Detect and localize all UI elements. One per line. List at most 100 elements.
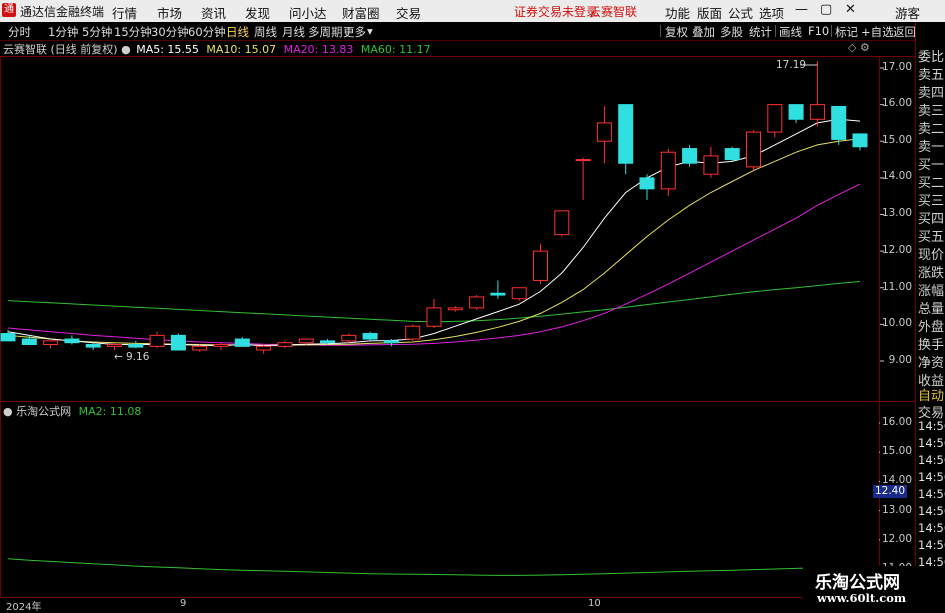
candle-body — [703, 155, 719, 175]
indicator-axis-tick-label: 15.00 — [881, 445, 912, 457]
date-oct-label: 10 — [588, 598, 601, 609]
watermark-title: 乐淘公式网 — [815, 573, 900, 593]
price-axis-tick-label: 13.00 — [881, 207, 912, 219]
chevron-down-icon[interactable]: ▾ — [367, 24, 373, 38]
mark-button[interactable]: 标记 — [835, 24, 858, 40]
menu-functions[interactable]: 功能 — [665, 3, 690, 22]
candle-body — [682, 148, 698, 164]
high-annotation: 17.19 — [776, 59, 807, 71]
menu-market[interactable]: 市场 — [157, 3, 182, 22]
period-intraday[interactable]: 分时 — [8, 24, 31, 40]
menu-options[interactable]: 选项 — [759, 3, 784, 22]
period-toolbar: 分时 1分钟 5分钟 15分钟 30分钟 60分钟 日线 周线 月线 多周期 更… — [0, 22, 945, 41]
tick-time-label: 14:56 — [918, 521, 945, 535]
candle-body — [639, 177, 655, 190]
indicator-chart[interactable] — [0, 401, 880, 597]
period-1min[interactable]: 1分钟 — [48, 24, 78, 40]
ma10-label: MA10: 15.07 — [206, 43, 277, 56]
menu-layout[interactable]: 版面 — [697, 3, 722, 22]
restore-rights-button[interactable]: 复权 — [665, 24, 688, 40]
candle-body — [788, 104, 804, 120]
candle-body — [405, 325, 421, 340]
candle-body — [43, 340, 59, 346]
low-annotation-arrow-icon: ← — [114, 351, 123, 363]
menu-bar: 通 通达信金融终端 行情 市场 资讯 发现 问小达 财富圈 交易 证券交易未登录… — [0, 0, 945, 23]
settings-dot-icon[interactable]: ● — [121, 43, 131, 56]
candle-body — [596, 122, 612, 142]
period-multi[interactable]: 多周期 — [308, 24, 343, 40]
candle-body — [746, 131, 761, 168]
indicator-current-value: 12.40 — [873, 485, 907, 498]
current-stock-label: 云赛智联 — [589, 5, 638, 19]
toolbar-divider — [775, 25, 776, 37]
quote-field-label: 买二 — [918, 176, 945, 191]
period-5min[interactable]: 5分钟 — [82, 24, 112, 40]
candle-body — [21, 338, 37, 346]
menu-discover[interactable]: 发现 — [245, 3, 270, 22]
tick-time-label: 14:56 — [918, 470, 945, 484]
candle-body — [362, 333, 378, 340]
candle-body — [533, 250, 548, 281]
tick-time-label: 14:56 — [918, 487, 945, 501]
period-15min[interactable]: 15分钟 — [114, 24, 152, 40]
candle-body — [383, 340, 399, 344]
period-30min[interactable]: 30分钟 — [151, 24, 189, 40]
tick-time-label: 14:56 — [918, 504, 945, 518]
ma-legend: 云赛智联 (日线 前复权) ● MA5: 15.55 MA10: 15.07 M… — [0, 41, 431, 56]
menu-news[interactable]: 资讯 — [201, 3, 226, 22]
back-button[interactable]: 返回 — [893, 24, 916, 40]
candle-body — [64, 338, 80, 344]
price-axis-tick-label: 17.00 — [881, 61, 912, 73]
quote-field-label: 卖三 — [918, 104, 945, 119]
candle-body — [809, 104, 825, 120]
period-weekly[interactable]: 周线 — [254, 24, 277, 40]
candlestick-chart[interactable] — [0, 56, 915, 401]
candle-body — [575, 159, 591, 162]
menu-ask[interactable]: 问小达 — [289, 3, 327, 22]
period-more[interactable]: 更多 — [343, 24, 366, 40]
expand-icon[interactable]: ◇ ⚙ — [848, 41, 870, 54]
tick-time-label: 14:56 — [918, 453, 945, 467]
candle-body — [277, 342, 293, 347]
tick-time-label: 14:56 — [918, 538, 945, 552]
quote-field-label: 涨跌 — [918, 266, 945, 281]
f10-button[interactable]: F10 — [808, 24, 829, 38]
minimize-icon[interactable]: — — [795, 2, 808, 17]
menu-trade[interactable]: 交易 — [396, 3, 421, 22]
menu-wealth[interactable]: 财富圈 — [342, 3, 380, 22]
price-axis-tick-label: 10.00 — [881, 317, 912, 329]
quote-field-label: 卖五 — [918, 68, 945, 83]
period-60min[interactable]: 60分钟 — [188, 24, 226, 40]
close-icon[interactable]: ✕ — [845, 2, 856, 17]
overlay-button[interactable]: 叠加 — [692, 24, 715, 40]
date-axis: 2024年 9 10 — [0, 597, 915, 613]
menu-formula[interactable]: 公式 — [728, 3, 753, 22]
candle-body — [341, 334, 357, 342]
statistics-button[interactable]: 统计 — [749, 24, 772, 40]
draw-line-button[interactable]: 画线 — [779, 24, 802, 40]
multi-stock-button[interactable]: 多股 — [720, 24, 743, 40]
quote-field-label: 卖一 — [918, 140, 945, 155]
period-monthly[interactable]: 月线 — [282, 24, 305, 40]
tick-time-label: 14:56 — [918, 419, 945, 433]
quote-field-label: 买三 — [918, 194, 945, 209]
low-annotation: 9.16 — [126, 351, 150, 363]
user-guest[interactable]: 游客 — [895, 3, 920, 22]
quote-field-label: 买五 — [918, 230, 945, 245]
period-daily[interactable]: 日线 — [226, 24, 249, 40]
price-axis-tick-label: 9.00 — [888, 354, 912, 366]
quote-field-label: 净资 — [918, 356, 945, 371]
watermark: 乐淘公式网 www.60lt.com — [803, 566, 945, 609]
indicator-axis-tick-label: 16.00 — [881, 416, 912, 428]
menu-quotes[interactable]: 行情 — [112, 3, 137, 22]
price-axis-tick-label: 12.00 — [881, 244, 912, 256]
add-watchlist-button[interactable]: +自选 — [861, 24, 894, 40]
chart-mode: (日线 前复权) — [50, 43, 118, 56]
trade-login-notice[interactable]: 证券交易未登录 — [514, 3, 598, 20]
stock-name: 云赛智联 — [3, 43, 47, 56]
app-title: 通达信金融终端 — [20, 5, 105, 19]
app-logo-icon: 通 — [2, 3, 16, 17]
tick-time-label: 14:56 — [918, 436, 945, 450]
restore-icon[interactable]: ▢ — [820, 2, 832, 17]
candle-body — [234, 338, 250, 347]
